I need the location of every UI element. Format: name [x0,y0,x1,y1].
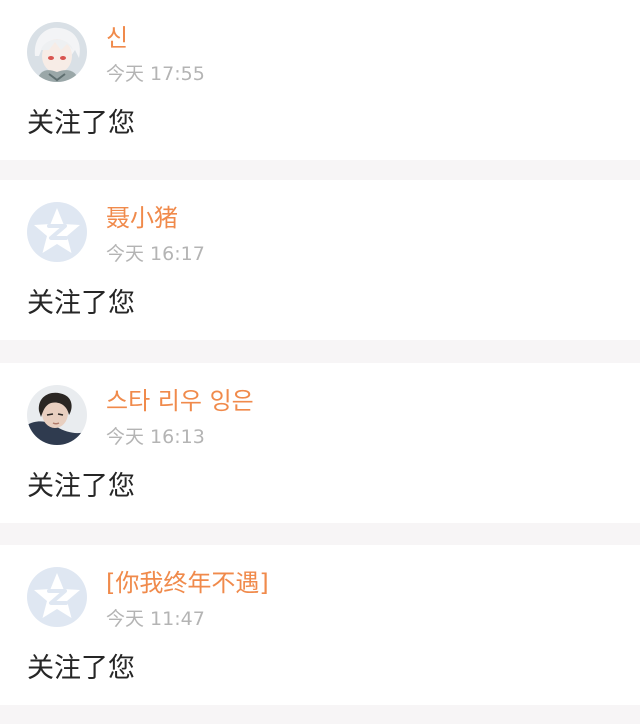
username[interactable]: [你我终年不遇] [106,567,269,599]
notification-item[interactable]: 스타 리우 잉은 今天 16:13 关注了您 [0,363,640,523]
notification-message: 关注了您 [27,471,135,502]
username[interactable]: 聂小猪 [106,202,178,234]
notification-message: 关注了您 [27,108,135,139]
notification-item[interactable]: [你我终年不遇] 今天 11:47 关注了您 [0,545,640,705]
default-star-avatar-icon[interactable] [27,202,87,262]
notification-message: 关注了您 [27,653,135,684]
username[interactable]: 신 [106,22,128,54]
anime-avatar-icon[interactable] [27,22,87,82]
notification-item[interactable]: 聂小猪 今天 16:17 关注了您 [0,180,640,340]
photo-avatar-icon[interactable] [27,385,87,445]
notification-message: 关注了您 [27,288,135,319]
timestamp: 今天 16:17 [106,243,205,265]
timestamp: 今天 17:55 [106,63,205,85]
timestamp: 今天 11:47 [106,608,205,630]
default-star-avatar-icon[interactable] [27,567,87,627]
notification-item[interactable]: 신 今天 17:55 关注了您 [0,0,640,160]
timestamp: 今天 16:13 [106,426,205,448]
notification-feed: 신 今天 17:55 关注了您 聂小猪 今天 16:17 关注了您 스타 리우 … [0,0,640,724]
username[interactable]: 스타 리우 잉은 [106,385,254,417]
